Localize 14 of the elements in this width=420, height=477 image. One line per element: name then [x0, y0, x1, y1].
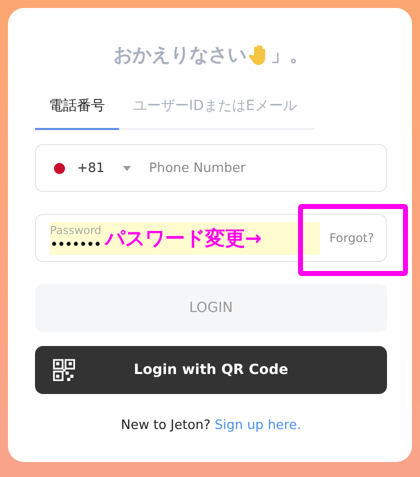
password-label: Password [50, 224, 102, 236]
welcome-title: おかえりなさい [114, 43, 246, 68]
qr-login-button[interactable]: Login with QR Code [35, 346, 387, 394]
phone-field[interactable]: +81 Phone Number [35, 144, 387, 192]
flag-icon [54, 162, 65, 174]
tab[interactable]: 電話番号 [35, 89, 119, 130]
forgot-link[interactable]: Forgot? [323, 230, 380, 246]
password-value: ••••••• [50, 236, 101, 252]
qr-code-icon [53, 359, 75, 381]
signup-prompt: New to Jeton? [120, 418, 211, 433]
caret-icon[interactable] [123, 166, 131, 170]
annotation-text: パスワード変更→ [105, 225, 262, 252]
country-code[interactable]: +81 [77, 160, 107, 176]
title-punctuation: 」。 [270, 43, 308, 68]
